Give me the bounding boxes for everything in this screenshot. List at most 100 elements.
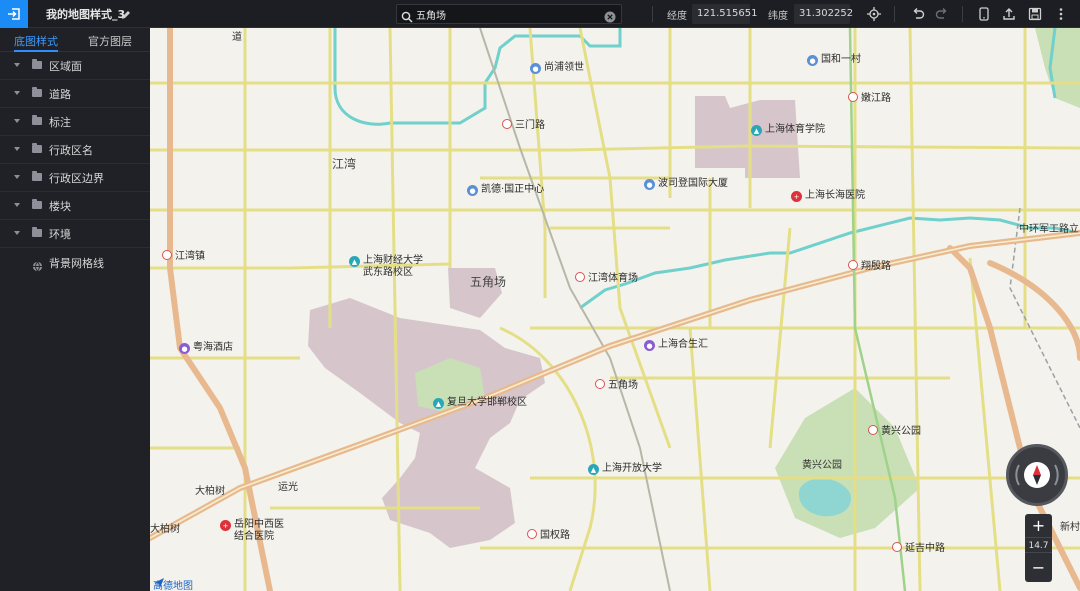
zoom-control: + 14.7 − (1025, 514, 1052, 582)
layer-item-area[interactable]: 区域面 (0, 52, 150, 80)
metro-station[interactable]: 江湾镇 (162, 247, 205, 262)
minor-roads (150, 28, 1080, 591)
hotel-icon: ● (179, 343, 190, 354)
tab-official-layers[interactable]: 官方图层 (88, 33, 132, 49)
navigation-arrow-icon (154, 578, 164, 588)
folder-icon (32, 87, 42, 97)
metro-station[interactable]: 黄兴公园 (868, 422, 921, 437)
metro-station[interactable]: 五角场 (595, 376, 638, 391)
exit-icon[interactable] (0, 0, 28, 28)
longitude-label: 经度 (667, 11, 687, 22)
caret-down-icon[interactable] (14, 231, 20, 235)
tab-base-style[interactable]: 底图样式 (14, 33, 58, 49)
layer-label: 背景网格线 (49, 257, 104, 270)
caret-down-icon[interactable] (14, 203, 20, 207)
metro-station[interactable]: 翔殷路 (848, 257, 891, 272)
map-canvas[interactable]: 江湾 五角场 大柏树 运光 大柏树 黄兴公园 中环军工路立 新村 道 ● 尚浦领世… (150, 28, 1080, 591)
poi-marker[interactable]: ● 波司登国际大厦 (644, 178, 728, 190)
metro-station[interactable]: 嫩江路 (848, 89, 891, 104)
poi-marker[interactable]: ▲ 上海财经大学 武东路校区 (349, 255, 423, 279)
caret-down-icon[interactable] (14, 175, 20, 179)
latitude-value[interactable]: 31.302252 (794, 4, 853, 24)
metro-icon (595, 378, 605, 389)
top-toolbar: 我的地图样式_3 经度 121.515651 纬度 31.302252 (0, 0, 1080, 28)
metro-icon (575, 271, 585, 282)
area-label: 大柏树 (195, 486, 225, 497)
divider (652, 6, 653, 22)
area-label: 大柏树 (150, 524, 180, 535)
undo-icon[interactable] (909, 5, 927, 23)
area-label: 新村 (1060, 522, 1080, 533)
locate-icon[interactable] (865, 5, 883, 23)
road-label: 道 (232, 32, 242, 43)
area-label: 江湾 (332, 157, 357, 171)
mobile-preview-icon[interactable] (975, 5, 993, 23)
poi-marker[interactable]: ▲ 上海开放大学 (588, 463, 662, 475)
poi-marker[interactable]: + 岳阳中西医 结合医院 (220, 519, 284, 543)
caret-down-icon[interactable] (14, 119, 20, 123)
clear-icon[interactable] (604, 8, 616, 27)
metro-station[interactable]: 三门路 (502, 116, 545, 131)
map-base (150, 28, 1080, 591)
poi-marker[interactable]: ● 上海合生汇 (644, 339, 708, 351)
redo-icon[interactable] (933, 5, 951, 23)
divider (894, 6, 895, 22)
poi-marker[interactable]: ▲ 复旦大学邯郸校区 (433, 397, 527, 409)
poi-marker[interactable]: ▲ 上海体育学院 (751, 124, 825, 136)
area-label: 黄兴公园 (802, 460, 842, 471)
building-pin-icon: ● (644, 179, 655, 190)
metro-icon (502, 118, 512, 129)
poi-marker[interactable]: + 上海长海医院 (791, 190, 865, 202)
layer-label: 楼块 (49, 200, 71, 213)
building-pin-icon: ● (807, 55, 818, 66)
campus-area (695, 96, 800, 178)
layer-item-roads[interactable]: 道路 (0, 80, 150, 108)
metro-icon (848, 91, 858, 102)
layer-item-buildings[interactable]: 楼块 (0, 192, 150, 220)
road-label: 中环军工路立 (1019, 224, 1079, 235)
poi-marker[interactable]: ● 国和一村 (807, 54, 861, 66)
caret-down-icon[interactable] (14, 63, 20, 67)
area-label: 运光 (278, 482, 298, 493)
search-icon (401, 8, 413, 27)
folder-icon (32, 59, 42, 69)
metro-station[interactable]: 国权路 (527, 526, 570, 541)
layer-item-labels[interactable]: 标注 (0, 108, 150, 136)
metro-icon (868, 424, 878, 435)
poi-marker[interactable]: ● 凯德·国正中心 (467, 184, 544, 196)
metro-station[interactable]: 延吉中路 (892, 539, 945, 554)
campus-area (308, 298, 545, 548)
zoom-out-button[interactable]: − (1025, 558, 1052, 578)
layer-item-grid[interactable]: 背景网格线 (0, 249, 150, 277)
building-pin-icon: ● (467, 185, 478, 196)
compass-control[interactable] (1006, 444, 1068, 506)
building-pin-icon: ● (530, 63, 541, 74)
save-icon[interactable] (1026, 5, 1044, 23)
layer-item-district-names[interactable]: 行政区名 (0, 136, 150, 164)
school-icon: ▲ (588, 464, 599, 475)
poi-marker[interactable]: ● 尚浦领世 (530, 62, 584, 74)
pencil-icon[interactable] (121, 5, 133, 19)
layer-item-environment[interactable]: 环境 (0, 220, 150, 248)
layer-sidebar: 底图样式 官方图层 区域面 道路 标注 行政区名 行政区边界 楼块 环境 背景网… (0, 28, 150, 591)
zoom-in-button[interactable]: + (1025, 516, 1052, 536)
compass-icon (1015, 462, 1059, 488)
longitude-value[interactable]: 121.515651 (692, 4, 757, 24)
metro-station[interactable]: 江湾体育场 (575, 269, 638, 284)
upload-icon[interactable] (1000, 5, 1018, 23)
caret-down-icon[interactable] (14, 147, 20, 151)
layer-label: 道路 (49, 88, 71, 101)
search-input[interactable] (416, 7, 596, 22)
latitude-label: 纬度 (768, 11, 788, 22)
caret-down-icon[interactable] (14, 91, 20, 95)
folder-icon (32, 115, 42, 125)
layer-item-district-borders[interactable]: 行政区边界 (0, 164, 150, 192)
more-menu-icon[interactable] (1052, 5, 1070, 23)
park-area (775, 388, 920, 538)
search-box (396, 4, 622, 24)
school-icon: ▲ (349, 256, 360, 267)
river (579, 216, 1080, 310)
metro-icon (892, 541, 902, 552)
poi-marker[interactable]: ● 粤海酒店 (179, 342, 233, 354)
layer-label: 行政区边界 (49, 172, 104, 185)
